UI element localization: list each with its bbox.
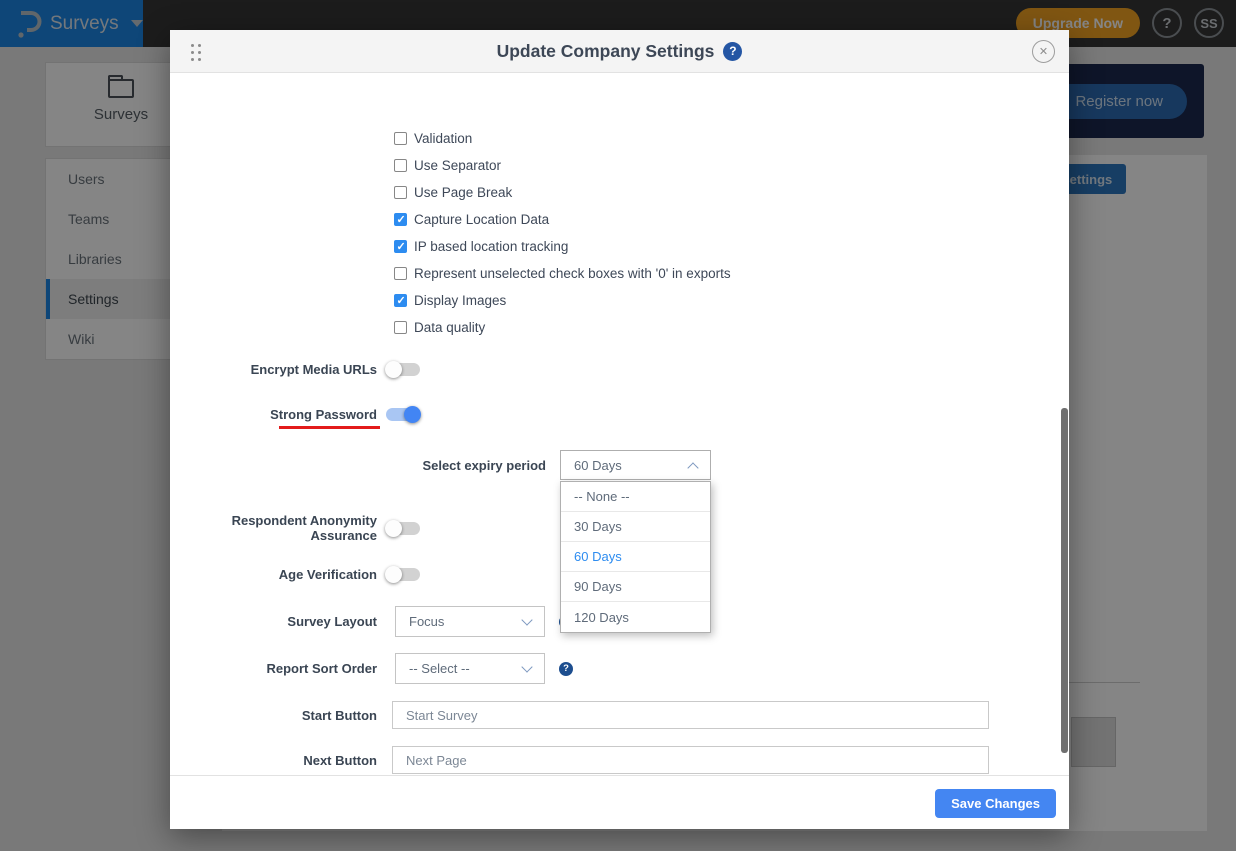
report-sort-order-row: Report Sort Order -- Select -- <box>170 653 573 684</box>
report-sort-order-help-icon[interactable] <box>559 662 573 676</box>
checkbox-row-display-images: Display Images <box>394 289 506 311</box>
validation-checkbox[interactable] <box>394 132 407 145</box>
next-button-row: Next Button <box>170 746 989 774</box>
respondent-anonymity-toggle[interactable] <box>386 522 420 535</box>
modal-footer: Save Changes <box>170 775 1069 829</box>
encrypt-media-row: Encrypt Media URLs <box>170 360 420 378</box>
checkbox-row-data-quality: Data quality <box>394 316 485 338</box>
age-verification-toggle[interactable] <box>386 568 420 581</box>
survey-layout-select[interactable]: Focus <box>395 606 545 637</box>
checkbox-row-validation: Validation <box>394 127 472 149</box>
chevron-down-icon <box>521 614 532 625</box>
drag-handle-icon[interactable] <box>191 44 194 47</box>
start-button-label: Start Button <box>170 708 377 723</box>
checkbox-row-unselected-zero: Represent unselected check boxes with '0… <box>394 262 731 284</box>
checkbox-row-ip-tracking: IP based location tracking <box>394 235 568 257</box>
strong-password-label: Strong Password <box>170 407 377 422</box>
expiry-option-90-days[interactable]: 90 Days <box>561 572 710 602</box>
capture-location-label: Capture Location Data <box>414 212 549 227</box>
strong-password-toggle[interactable] <box>386 408 420 421</box>
data-quality-checkbox[interactable] <box>394 321 407 334</box>
expiry-period-select[interactable]: 60 Days <box>560 450 711 480</box>
checkbox-row-use-page-break: Use Page Break <box>394 181 512 203</box>
next-button-input[interactable] <box>392 746 989 774</box>
respondent-anonymity-label: Respondent Anonymity Assurance <box>170 513 377 543</box>
encrypt-media-label: Encrypt Media URLs <box>170 362 377 377</box>
display-images-label: Display Images <box>414 293 506 308</box>
checkbox-row-capture-location: Capture Location Data <box>394 208 549 230</box>
unselected-zero-label: Represent unselected check boxes with '0… <box>414 266 731 281</box>
encrypt-media-toggle[interactable] <box>386 363 420 376</box>
report-sort-order-select[interactable]: -- Select -- <box>395 653 545 684</box>
survey-layout-value: Focus <box>409 614 444 629</box>
expiry-period-dropdown: -- None -- 30 Days 60 Days 90 Days 120 D… <box>560 481 711 633</box>
modal-scrollbar-thumb[interactable] <box>1061 408 1068 753</box>
start-button-input[interactable] <box>392 701 989 729</box>
age-verification-label: Age Verification <box>170 567 377 582</box>
ip-tracking-checkbox[interactable] <box>394 240 407 253</box>
survey-layout-row: Survey Layout Focus <box>170 606 573 637</box>
expiry-period-label: Select expiry period <box>170 458 546 473</box>
respondent-anonymity-row: Respondent Anonymity Assurance <box>170 519 420 537</box>
next-button-label: Next Button <box>170 753 377 768</box>
report-sort-order-value: -- Select -- <box>409 661 470 676</box>
title-help-icon[interactable] <box>723 42 742 61</box>
modal-title: Update Company Settings <box>497 41 715 62</box>
use-page-break-label: Use Page Break <box>414 185 512 200</box>
modal-body: Validation Use Separator Use Page Break … <box>170 73 1069 775</box>
expiry-option-60-days[interactable]: 60 Days <box>561 542 710 572</box>
report-sort-order-label: Report Sort Order <box>170 661 377 676</box>
close-icon[interactable] <box>1032 40 1055 63</box>
update-company-settings-modal: Update Company Settings Validation Use S… <box>170 30 1069 829</box>
age-verification-row: Age Verification <box>170 565 420 583</box>
use-separator-checkbox[interactable] <box>394 159 407 172</box>
use-page-break-checkbox[interactable] <box>394 186 407 199</box>
ip-tracking-label: IP based location tracking <box>414 239 568 254</box>
chevron-down-icon <box>521 661 532 672</box>
app-root: Surveys Upgrade Now ? SS Surveys Users T… <box>0 0 1236 851</box>
expiry-option-30-days[interactable]: 30 Days <box>561 512 710 542</box>
strong-password-row: Strong Password <box>170 405 420 423</box>
expiry-period-row: Select expiry period 60 Days <box>170 450 711 480</box>
chevron-up-icon <box>687 462 698 473</box>
start-button-row: Start Button <box>170 701 989 729</box>
survey-layout-label: Survey Layout <box>170 614 377 629</box>
expiry-period-value: 60 Days <box>574 458 622 473</box>
modal-header: Update Company Settings <box>170 30 1069 73</box>
strong-password-highlight-underline <box>279 426 380 429</box>
unselected-zero-checkbox[interactable] <box>394 267 407 280</box>
checkbox-row-use-separator: Use Separator <box>394 154 501 176</box>
display-images-checkbox[interactable] <box>394 294 407 307</box>
use-separator-label: Use Separator <box>414 158 501 173</box>
validation-label: Validation <box>414 131 472 146</box>
expiry-option-120-days[interactable]: 120 Days <box>561 602 710 632</box>
data-quality-label: Data quality <box>414 320 485 335</box>
capture-location-checkbox[interactable] <box>394 213 407 226</box>
save-changes-button[interactable]: Save Changes <box>935 789 1056 818</box>
expiry-option-none[interactable]: -- None -- <box>561 482 710 512</box>
